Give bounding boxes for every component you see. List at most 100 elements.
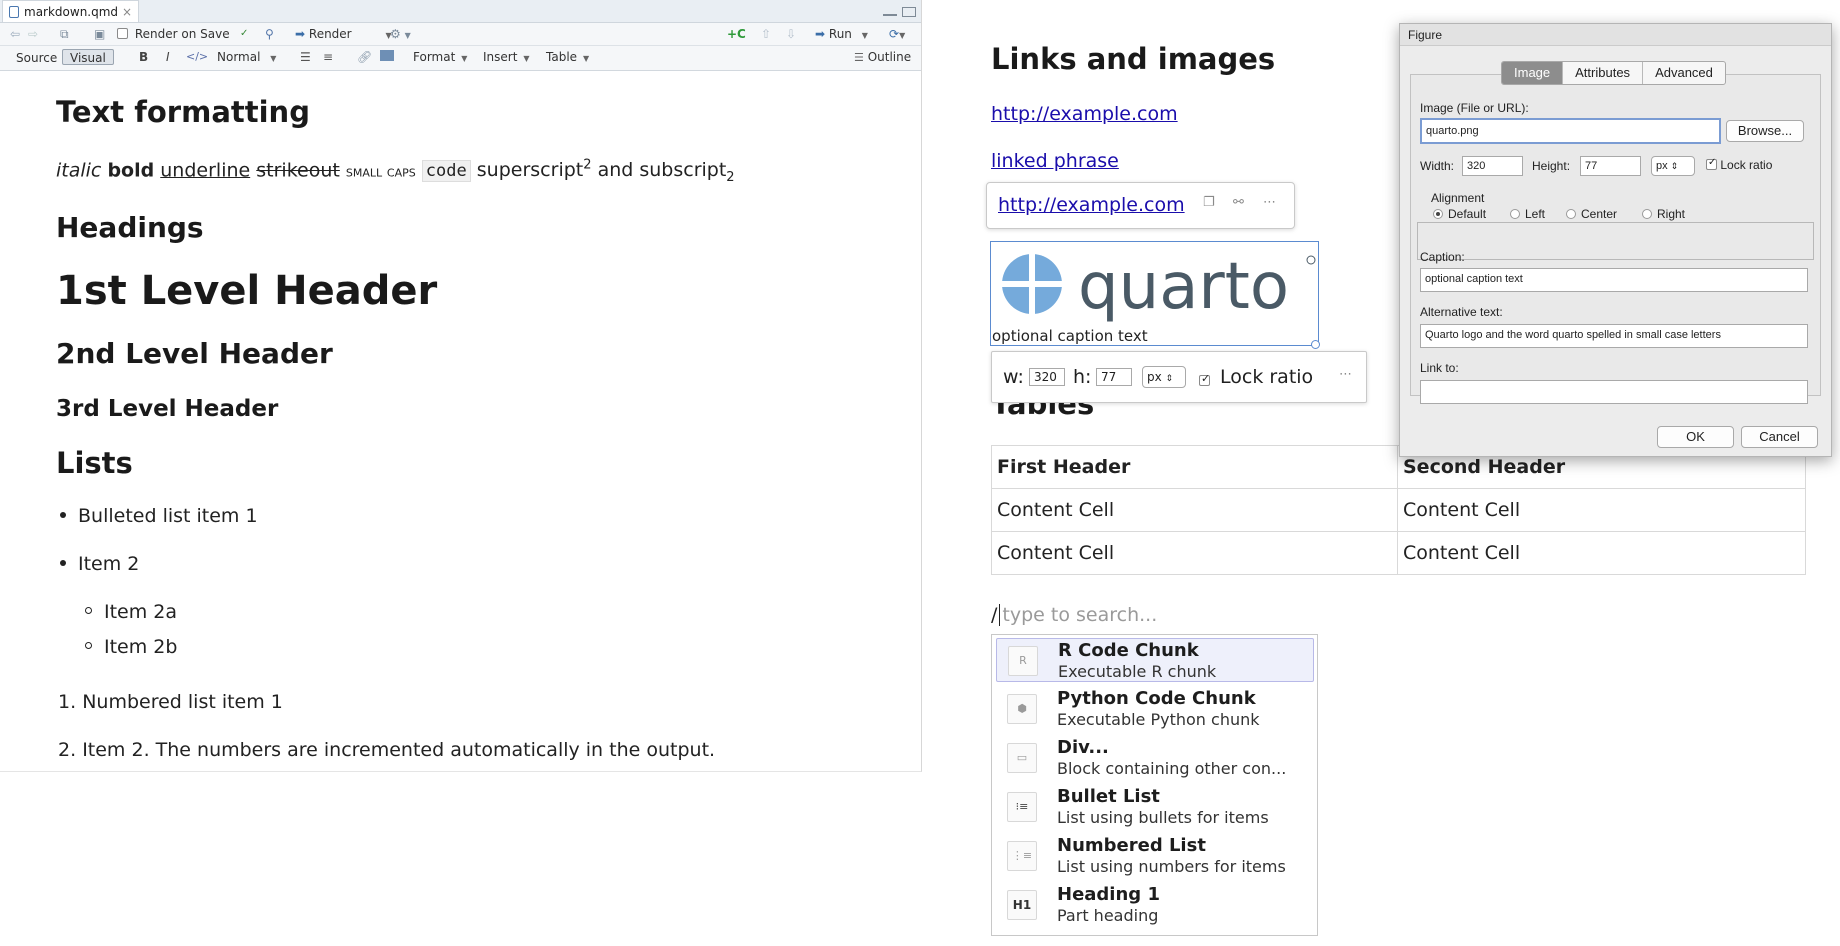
- list-item[interactable]: 2. Item 2. The numbers are incremented a…: [58, 739, 715, 761]
- linked-phrase-link[interactable]: linked phrase: [991, 150, 1119, 172]
- image-icon[interactable]: [380, 50, 394, 61]
- heading-3rd-level[interactable]: 3rd Level Header: [56, 396, 278, 422]
- table-header-cell[interactable]: First Header: [991, 445, 1398, 489]
- outline-button[interactable]: ☰ Outline: [854, 46, 911, 68]
- insert-menu[interactable]: Insert ▼: [483, 46, 530, 68]
- underline-text: underline: [160, 159, 251, 182]
- heading-1st-level[interactable]: 1st Level Header: [56, 268, 437, 314]
- more-options-icon[interactable]: ⋯: [1339, 367, 1352, 382]
- align-right-radio[interactable]: Right: [1642, 207, 1685, 221]
- unit-select[interactable]: px ⇕: [1651, 156, 1695, 176]
- heading-links-and-images[interactable]: Links and images: [991, 42, 1275, 76]
- maximize-pane-icon[interactable]: [902, 7, 916, 17]
- visual-editor-toolbar: Source Visual B I </> Normal ▼ ☰ ≡ 🔗︎ Fo…: [0, 46, 921, 71]
- render-on-save-toggle[interactable]: Render on Save: [117, 23, 230, 45]
- insert-chunk-icon[interactable]: +C: [727, 23, 746, 45]
- run-dropdown-icon[interactable]: ▼: [862, 31, 868, 40]
- italic-button[interactable]: I: [166, 46, 170, 68]
- tab-attributes[interactable]: Attributes: [1563, 62, 1644, 84]
- command-numbered-list[interactable]: ⋮≡ Numbered List List using numbers for …: [996, 834, 1314, 878]
- height-input[interactable]: 77: [1580, 156, 1641, 176]
- radio-label: Right: [1657, 207, 1686, 221]
- back-icon[interactable]: ⇦: [10, 23, 20, 45]
- link-to-input[interactable]: [1420, 380, 1808, 404]
- minimize-pane-icon[interactable]: [883, 12, 897, 16]
- table-cell[interactable]: Content Cell: [1397, 488, 1806, 532]
- heading-text-formatting[interactable]: Text formatting: [56, 95, 310, 129]
- copy-link-icon[interactable]: ❐: [1203, 195, 1215, 210]
- cancel-button[interactable]: Cancel: [1741, 426, 1818, 448]
- source-mode-button[interactable]: Source: [8, 49, 65, 65]
- table-cell[interactable]: Content Cell: [991, 488, 1398, 532]
- ok-button[interactable]: OK: [1657, 426, 1734, 448]
- radio-label: Center: [1581, 207, 1618, 221]
- width-input[interactable]: 320: [1029, 368, 1065, 386]
- align-default-radio[interactable]: Default: [1433, 207, 1486, 221]
- caption-input[interactable]: optional caption text: [1420, 268, 1808, 292]
- table-menu[interactable]: Table ▼: [546, 46, 589, 68]
- run-button[interactable]: ➡ Run ▼: [815, 23, 868, 45]
- command-python-code-chunk[interactable]: ⬢ Python Code Chunk Executable Python ch…: [996, 687, 1314, 731]
- forward-icon[interactable]: ⇨: [28, 23, 38, 45]
- unit-select[interactable]: px ⇕: [1142, 366, 1186, 388]
- popover-link[interactable]: http://example.com: [998, 194, 1185, 216]
- block-style-dropdown[interactable]: Normal ▼: [217, 46, 276, 68]
- table-cell[interactable]: Content Cell: [991, 531, 1398, 575]
- figure-dialog: Figure Image Attributes Advanced Image (…: [1399, 23, 1832, 457]
- list-item[interactable]: Item 2a: [85, 601, 177, 623]
- align-left-radio[interactable]: Left: [1510, 207, 1545, 221]
- heading-headings[interactable]: Headings: [56, 211, 204, 244]
- more-options-icon[interactable]: ⋯: [1263, 195, 1276, 210]
- save-icon[interactable]: ▣: [94, 23, 105, 45]
- command-heading-1[interactable]: H1 Heading 1 Part heading: [996, 883, 1314, 927]
- render-on-save-checkbox[interactable]: [117, 28, 128, 39]
- browse-button[interactable]: Browse...: [1726, 120, 1804, 142]
- tab-image[interactable]: Image: [1502, 62, 1564, 84]
- code-button[interactable]: </>: [186, 46, 208, 68]
- height-input[interactable]: 77: [1096, 368, 1132, 386]
- remove-link-icon[interactable]: ⚯: [1233, 195, 1244, 210]
- list-item[interactable]: Item 2: [60, 553, 139, 575]
- publish-icon[interactable]: ⟳▼: [889, 23, 905, 47]
- list-item-text: Item 2: [78, 553, 140, 575]
- width-input[interactable]: 320: [1462, 156, 1523, 176]
- link-icon[interactable]: 🔗︎: [357, 46, 372, 68]
- tab-advanced[interactable]: Advanced: [1643, 62, 1725, 84]
- heading-2nd-level[interactable]: 2nd Level Header: [56, 337, 333, 370]
- heading-lists[interactable]: Lists: [56, 446, 133, 480]
- format-menu[interactable]: Format ▼: [413, 46, 467, 68]
- spellcheck-icon[interactable]: ✓: [240, 23, 248, 45]
- resize-handle[interactable]: [1311, 340, 1320, 349]
- run-arrow-icon: ➡: [815, 27, 826, 41]
- gear-icon[interactable]: ⚙ ▼: [390, 23, 411, 47]
- show-in-window-icon[interactable]: ⧉: [60, 23, 69, 45]
- list-item[interactable]: 1. Numbered list item 1: [58, 691, 283, 713]
- image-caption[interactable]: optional caption text: [992, 327, 1148, 345]
- render-button[interactable]: ➡ Render ▼: [295, 23, 392, 45]
- command-div[interactable]: ▭ Div... Block containing other con...: [996, 736, 1314, 780]
- next-chunk-icon[interactable]: ⇩: [786, 23, 796, 45]
- list-number: 1.: [58, 691, 77, 713]
- close-tab-icon[interactable]: ×: [122, 1, 132, 23]
- numbered-list-icon[interactable]: ≡: [323, 46, 333, 68]
- table-cell[interactable]: Content Cell: [1397, 531, 1806, 575]
- visual-mode-button[interactable]: Visual: [62, 49, 114, 65]
- alt-text-input[interactable]: Quarto logo and the word quarto spelled …: [1420, 324, 1808, 348]
- align-center-radio[interactable]: Center: [1566, 207, 1617, 221]
- list-item[interactable]: Bulleted list item 1: [60, 505, 258, 527]
- slash-command-line[interactable]: / type to search...: [991, 604, 1157, 626]
- tab-markdown-qmd[interactable]: markdown.qmd ×: [2, 0, 139, 22]
- list-item[interactable]: Item 2b: [85, 636, 177, 658]
- bold-button[interactable]: B: [139, 46, 148, 68]
- command-bullet-list[interactable]: ⁝≡ Bullet List List using bullets for it…: [996, 785, 1314, 829]
- image-source-input[interactable]: quarto.png: [1420, 118, 1721, 144]
- example-link[interactable]: http://example.com: [991, 103, 1178, 125]
- find-icon[interactable]: ⚲: [265, 23, 274, 45]
- dialog-title: Figure: [1400, 24, 1831, 46]
- previous-chunk-icon[interactable]: ⇧: [761, 23, 771, 45]
- command-r-code-chunk[interactable]: R R Code Chunk Executable R chunk: [996, 638, 1314, 682]
- lock-ratio-checkbox[interactable]: ✓: [1199, 370, 1210, 389]
- lock-ratio-checkbox[interactable]: ✓ Lock ratio: [1706, 157, 1772, 172]
- formatting-examples[interactable]: italic bold underline strikeout small ca…: [56, 158, 735, 185]
- bullet-list-icon[interactable]: ☰: [300, 46, 311, 68]
